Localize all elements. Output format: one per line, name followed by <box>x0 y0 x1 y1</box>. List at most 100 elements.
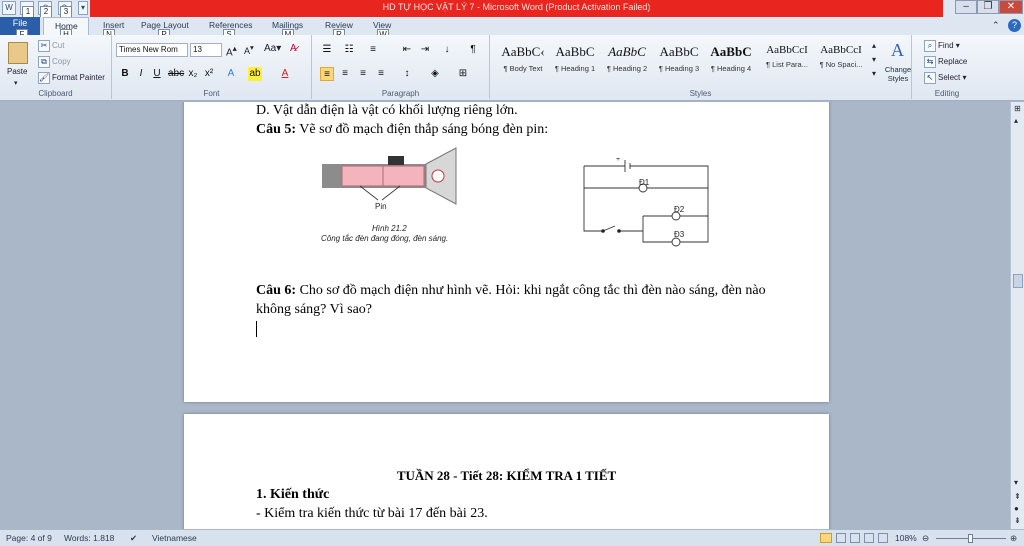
superscript-icon[interactable]: x² <box>202 67 216 81</box>
clipboard-group-label: Clipboard <box>38 89 73 98</box>
shrink-font-icon[interactable]: A▾ <box>244 43 254 56</box>
flashlight-bulb <box>431 169 445 183</box>
switch-contact-right <box>617 229 621 233</box>
circuit-label-d3: Đ3 <box>674 230 685 239</box>
align-left-icon[interactable]: ≡ <box>320 67 334 81</box>
scroll-thumb[interactable] <box>1013 274 1023 288</box>
paragraph-group: ☰ ☷ ≡ ⇤ ⇥ ↓ ¶ ≡ ≡ ≡ ≡ ↕ ◈ ⊞ Paragraph <box>312 35 490 99</box>
italic-icon[interactable]: I <box>134 67 148 81</box>
outline-view-icon[interactable] <box>864 533 874 543</box>
full-screen-reading-icon[interactable] <box>836 533 846 543</box>
word-count[interactable]: Words: 1.818 <box>64 533 114 543</box>
previous-page-icon[interactable]: ⇞ <box>1014 492 1021 501</box>
borders-icon[interactable]: ⊞ <box>456 67 470 81</box>
paste-dropdown-icon[interactable]: ▾ <box>14 79 18 87</box>
question-5-label: Câu 5: <box>256 122 297 137</box>
browse-object-icon[interactable]: ● <box>1014 504 1019 513</box>
restore-button[interactable]: ❐ <box>977 0 999 14</box>
bold-icon[interactable]: B <box>118 67 132 81</box>
highlight-icon[interactable]: ab <box>248 67 262 81</box>
clipboard-group: Paste ▾ ✂ Cut ⧉ Copy 🖌 Format Painter Clipb… <box>0 35 112 99</box>
font-group: Times New Rom 13 A▴ A▾ Aa▾ A̷ B I U abc … <box>112 35 312 99</box>
multilevel-list-icon[interactable]: ≡ <box>366 43 380 57</box>
styles-scroll-up-icon[interactable]: ▴ <box>872 41 876 50</box>
style-no-spacing[interactable]: AaBbCcI ¶ No Spaci... <box>810 40 872 80</box>
proofing-icon[interactable]: ✔ <box>130 533 137 544</box>
replace-button[interactable]: ⇆ Replace <box>924 56 967 68</box>
ribbon: Paste ▾ ✂ Cut ⧉ Copy 🖌 Format Painter Clipb… <box>0 35 1024 101</box>
styles-more-icon[interactable]: ▾ <box>872 69 876 78</box>
styles-scroll-down-icon[interactable]: ▾ <box>872 55 876 64</box>
help-icon[interactable]: ? <box>1008 19 1021 32</box>
increase-indent-icon[interactable]: ⇥ <box>418 43 432 57</box>
scroll-up-icon[interactable]: ▴ <box>1014 116 1018 125</box>
justify-icon[interactable]: ≡ <box>374 67 388 81</box>
decrease-indent-icon[interactable]: ⇤ <box>400 43 414 57</box>
document-page[interactable]: D. Vật dẫn điện là vật có khối lượng riê… <box>184 102 829 402</box>
web-layout-icon[interactable] <box>850 533 860 543</box>
font-size-combo[interactable]: 13 <box>190 43 222 57</box>
font-color-icon[interactable]: A <box>278 67 292 81</box>
clear-formatting-icon[interactable]: A̷ <box>290 43 297 54</box>
zoom-out-icon[interactable]: ⊖ <box>922 533 929 544</box>
switch-contact-left <box>601 229 605 233</box>
customize-qat-icon[interactable]: ▾ <box>78 1 88 15</box>
copy-button[interactable]: ⧉ Copy <box>38 56 71 68</box>
bullets-icon[interactable]: ☰ <box>320 43 334 57</box>
underline-icon[interactable]: U <box>150 67 164 81</box>
subscript-icon[interactable]: x₂ <box>186 67 200 81</box>
document-page-2[interactable]: TUẦN 28 - Tiết 28: KIỂM TRA 1 TIẾT 1. Ki… <box>184 414 829 529</box>
answer-d-text: D. Vật dẫn điện là vật có khối lượng riê… <box>256 103 518 118</box>
strikethrough-icon[interactable]: abc <box>168 67 184 81</box>
align-right-icon[interactable]: ≡ <box>356 67 370 81</box>
text-effects-icon[interactable]: A <box>224 67 238 81</box>
paste-icon[interactable] <box>8 42 28 64</box>
page-2-section: 1. Kiến thức <box>256 487 330 502</box>
scroll-down-icon[interactable]: ▾ <box>1014 478 1018 487</box>
cut-button[interactable]: ✂ Cut <box>38 40 64 52</box>
change-styles-button[interactable]: A Change Styles <box>884 38 912 86</box>
replace-icon: ⇆ <box>924 56 936 68</box>
zoom-slider-thumb[interactable] <box>968 534 973 543</box>
show-formatting-icon[interactable]: ¶ <box>466 43 480 57</box>
next-page-icon[interactable]: ⇟ <box>1014 516 1021 525</box>
document-area[interactable]: D. Vật dẫn điện là vật có khối lượng riê… <box>0 102 1010 529</box>
numbering-icon[interactable]: ☷ <box>342 43 356 57</box>
shading-icon[interactable]: ◈ <box>428 67 442 81</box>
pin-pointer-right <box>381 185 401 201</box>
close-button[interactable]: ✕ <box>999 0 1023 14</box>
format-painter-button[interactable]: 🖌 Format Painter <box>38 72 105 84</box>
print-layout-view-icon[interactable] <box>820 533 832 543</box>
align-center-icon[interactable]: ≡ <box>338 67 352 81</box>
style-heading-4[interactable]: AaBbC ¶ Heading 4 <box>700 40 762 80</box>
language[interactable]: Vietnamese <box>152 533 197 543</box>
style-no-spacing-name: ¶ No Spaci... <box>819 60 863 69</box>
zoom-in-icon[interactable]: ⊕ <box>1010 533 1017 544</box>
font-group-label: Font <box>203 89 220 98</box>
change-styles-label: Change Styles <box>884 65 912 83</box>
find-button[interactable]: ⌕ Find ▾ <box>924 40 960 52</box>
vertical-scrollbar[interactable]: ⊞ ▴ ▾ ⇞ ● ⇟ <box>1010 102 1024 529</box>
collapse-ribbon-icon[interactable]: ⌃ <box>992 20 1000 31</box>
change-case-icon[interactable]: Aa▾ <box>264 43 281 54</box>
format-painter-label: Format Painter <box>52 73 105 83</box>
line-spacing-icon[interactable]: ↕ <box>400 67 414 81</box>
font-name-combo[interactable]: Times New Rom <box>116 43 188 57</box>
paste-button[interactable]: Paste <box>7 67 27 76</box>
copy-icon: ⧉ <box>38 56 50 68</box>
zoom-level[interactable]: 108% <box>895 533 917 543</box>
styles-group-label: Styles <box>689 89 712 98</box>
select-button[interactable]: ↖ Select ▾ <box>924 72 966 84</box>
page-2-line-1: - Kiểm tra kiến thức từ bài 17 đến bài 2… <box>256 506 488 521</box>
change-styles-icon: A <box>891 40 904 60</box>
question-5: Câu 5: Vẽ sơ đồ mạch điện thắp sáng bóng… <box>256 122 548 138</box>
ruler-toggle-icon[interactable]: ⊞ <box>1014 104 1021 113</box>
style-list-paragraph[interactable]: AaBbCcI ¶ List Para... <box>756 40 818 80</box>
draft-view-icon[interactable] <box>878 533 888 543</box>
word-app-icon[interactable]: W <box>2 1 16 15</box>
minimize-button[interactable]: – <box>955 0 977 14</box>
grow-font-icon[interactable]: A▴ <box>226 43 237 58</box>
sort-icon[interactable]: ↓ <box>440 43 454 57</box>
find-icon: ⌕ <box>924 40 936 52</box>
page-count[interactable]: Page: 4 of 9 <box>6 533 52 543</box>
